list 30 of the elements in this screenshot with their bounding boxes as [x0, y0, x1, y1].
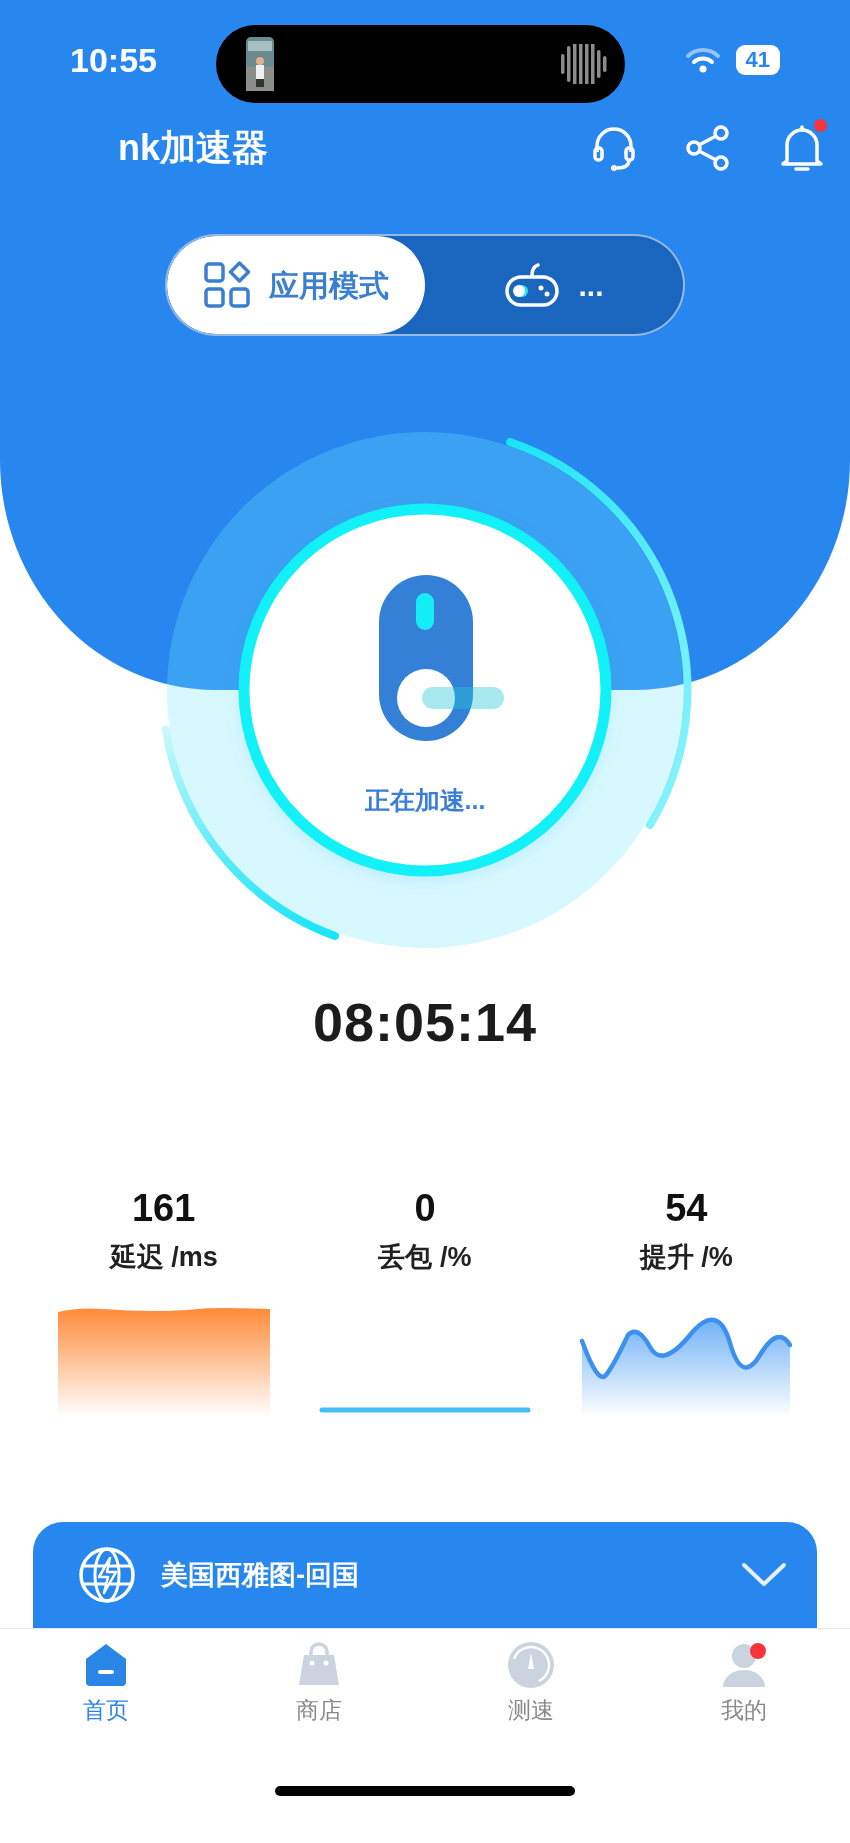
share-icon — [685, 124, 731, 172]
bell-icon — [779, 123, 825, 173]
elapsed-time: 08:05:14 — [312, 992, 538, 1052]
share-button[interactable] — [685, 124, 731, 172]
headset-icon — [591, 124, 637, 172]
stat-value: 54 — [665, 1186, 708, 1231]
support-button[interactable] — [591, 124, 637, 172]
globe-lightning-icon — [78, 1546, 136, 1604]
status-text: 正在加速... — [363, 785, 487, 816]
waveform-icon — [561, 44, 607, 84]
app-title: nk加速器 — [118, 126, 268, 170]
wifi-icon — [685, 47, 720, 73]
server-selector[interactable]: 美国西雅图-回国 — [33, 1522, 817, 1628]
tab-bar-item[interactable]: 商店 — [212, 1629, 425, 1746]
stat-value: 161 — [131, 1186, 196, 1231]
stat-label: 提升 /% — [639, 1241, 733, 1274]
mode-tab[interactable]: ... — [425, 236, 683, 334]
tab-bar-item[interactable]: 测速 — [425, 1629, 638, 1746]
apps-icon — [203, 261, 251, 309]
speedometer-icon — [507, 1641, 556, 1689]
tab-bar-item[interactable]: 我的 — [637, 1629, 850, 1746]
stat-label: 丢包 /% — [378, 1241, 472, 1274]
stat-label: 延迟 /ms — [109, 1241, 218, 1274]
server-name: 美国西雅图-回国 — [161, 1558, 360, 1592]
tab-bar-item[interactable]: 首页 — [0, 1629, 213, 1746]
status-time: 10:55 — [70, 39, 157, 81]
gamepad-icon — [504, 261, 561, 309]
stat-value: 0 — [414, 1186, 436, 1231]
mode-tab[interactable]: 应用模式 — [167, 236, 425, 334]
battery-level: 41 — [735, 45, 780, 75]
